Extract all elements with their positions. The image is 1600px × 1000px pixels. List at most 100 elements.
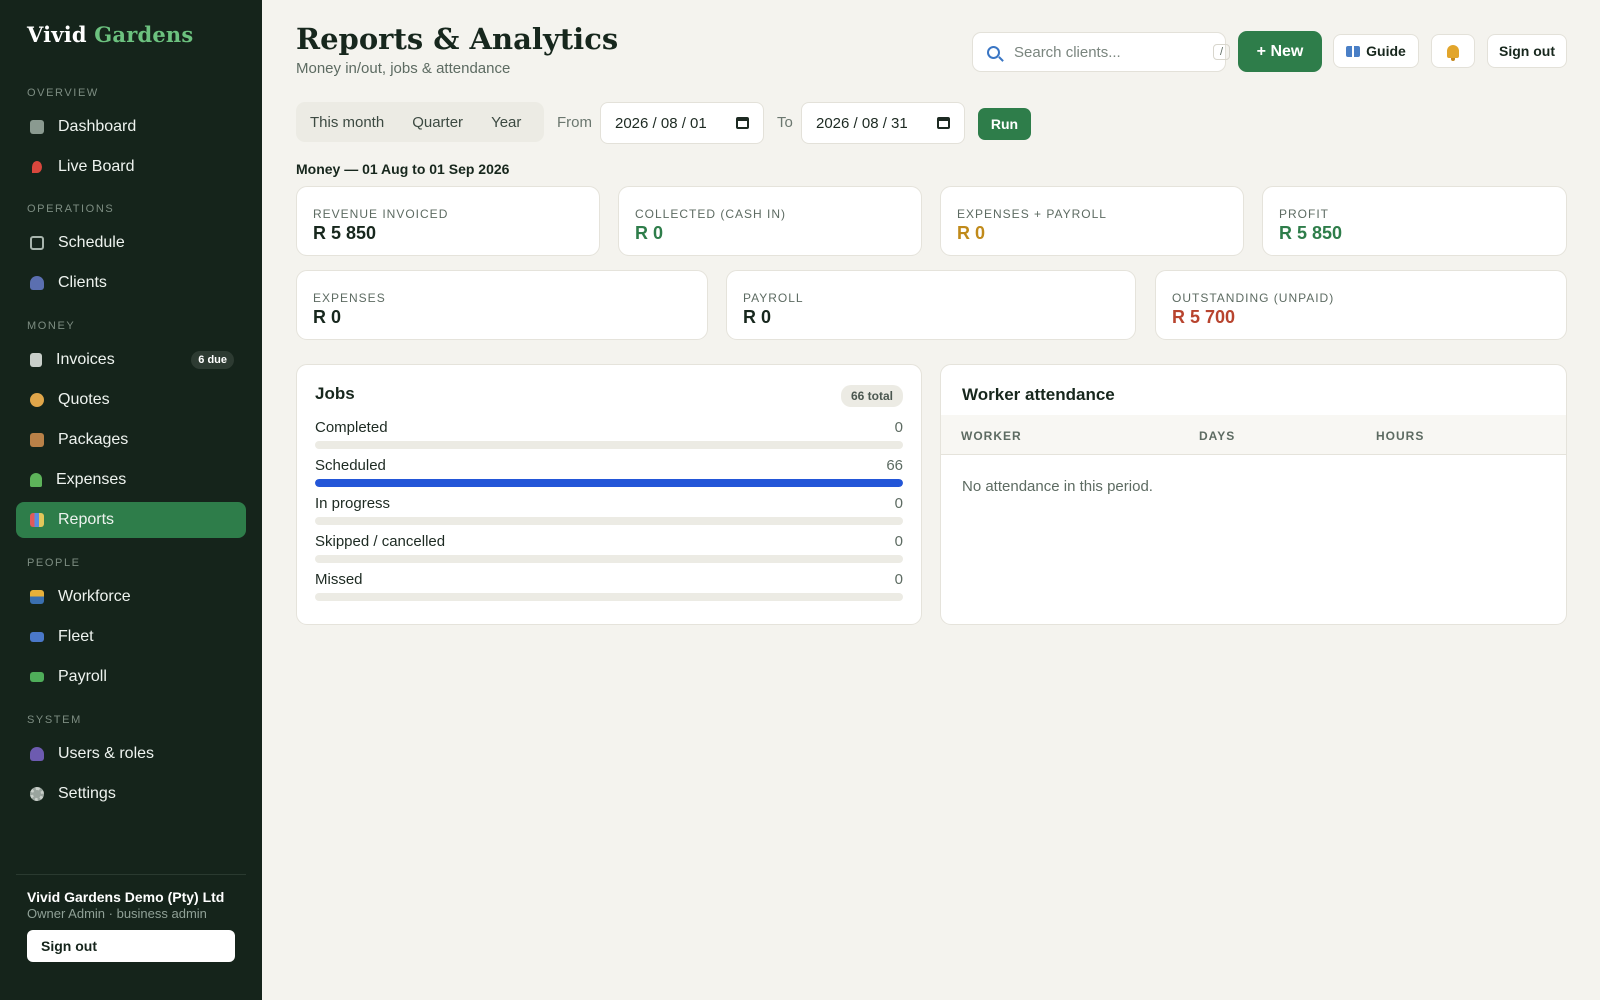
sidebar-item-label: Users & roles <box>58 745 155 762</box>
sidebar-item-reports[interactable]: Reports <box>16 502 246 538</box>
job-status-count: 66 <box>886 457 903 474</box>
org-role: Owner Admin · business admin <box>27 906 207 921</box>
receipt-icon <box>30 353 42 367</box>
period-segmented-control: This month Quarter Year <box>296 102 544 142</box>
notifications-button[interactable] <box>1431 34 1475 68</box>
sidebar-item-label: Packages <box>58 431 129 448</box>
job-progress-track <box>315 593 903 601</box>
calendar-icon <box>30 236 44 250</box>
from-date-value: 2026 / 08 / 01 <box>615 114 707 132</box>
job-status-label: Missed <box>315 571 363 588</box>
segment-quarter[interactable]: Quarter <box>398 114 477 131</box>
guide-button-label: Guide <box>1366 43 1406 59</box>
jobs-panel: Jobs 66 total Completed 0 Scheduled 66 I… <box>296 364 922 625</box>
section-label-people: PEOPLE <box>27 557 81 569</box>
guide-button[interactable]: Guide <box>1333 34 1419 68</box>
sidebar-item-label: Live Board <box>58 158 135 175</box>
section-label-money: MONEY <box>27 320 76 332</box>
stat-card-expenses: EXPENSES R 0 <box>296 270 708 340</box>
seedling-icon <box>30 473 42 487</box>
stat-value: R 5 850 <box>1279 223 1343 243</box>
column-header-hours[interactable]: HOURS <box>1376 429 1424 443</box>
attendance-title: Worker attendance <box>962 385 1115 404</box>
to-date-input[interactable]: 2026 / 08 / 31 <box>801 102 965 144</box>
job-status-label: In progress <box>315 495 391 512</box>
stat-label: PAYROLL <box>743 291 804 305</box>
sidebar-item-users-roles[interactable]: Users & roles <box>16 736 246 772</box>
sidebar-item-label: Invoices <box>56 351 115 368</box>
stat-value: R 0 <box>313 307 342 327</box>
sidebar-item-workforce[interactable]: Workforce <box>16 579 246 615</box>
stat-card-payroll: PAYROLL R 0 <box>726 270 1136 340</box>
sidebar-item-quotes[interactable]: Quotes <box>16 382 246 418</box>
section-label-overview: OVERVIEW <box>27 87 99 99</box>
sidebar-item-payroll[interactable]: Payroll <box>16 659 246 695</box>
users-icon <box>30 276 44 290</box>
job-status-count: 0 <box>894 533 903 550</box>
vehicle-icon <box>30 632 44 642</box>
sidebar-item-packages[interactable]: Packages <box>16 422 246 458</box>
stat-label: EXPENSES <box>313 291 386 305</box>
job-status-label: Completed <box>315 419 388 436</box>
sidebar-item-live-board[interactable]: Live Board <box>16 149 246 185</box>
search-icon <box>987 45 1000 59</box>
job-progress-fill <box>315 479 903 487</box>
job-status-count: 0 <box>894 495 903 512</box>
sign-out-button[interactable]: Sign out <box>1487 34 1567 68</box>
stat-card-profit: PROFIT R 5 850 <box>1262 186 1567 256</box>
sidebar-item-invoices[interactable]: Invoices 6 due <box>16 342 246 378</box>
sidebar-item-schedule[interactable]: Schedule <box>16 225 246 261</box>
sidebar-item-dashboard[interactable]: Dashboard <box>16 109 246 145</box>
search-input[interactable] <box>1014 43 1213 61</box>
job-status-count: 0 <box>894 419 903 436</box>
calendar-icon[interactable] <box>736 117 749 129</box>
sidebar-item-label: Expenses <box>56 471 127 488</box>
segment-this-month[interactable]: This month <box>296 114 398 131</box>
period-label: Money — 01 Aug to 01 Sep 2026 <box>296 161 510 177</box>
job-row: Missed 0 <box>315 571 903 601</box>
stat-label: COLLECTED (CASH IN) <box>635 207 787 221</box>
book-icon <box>1346 45 1361 57</box>
job-status-label: Skipped / cancelled <box>315 533 446 550</box>
column-header-days[interactable]: DAYS <box>1199 429 1235 443</box>
org-name: Vivid Gardens Demo (Pty) Ltd <box>27 889 225 905</box>
stat-card-revenue: REVENUE INVOICED R 5 850 <box>296 186 600 256</box>
job-progress-track <box>315 479 903 487</box>
sidebar-sign-out-button[interactable]: Sign out <box>27 930 235 962</box>
search-box[interactable]: / <box>972 32 1231 72</box>
sidebar-item-clients[interactable]: Clients <box>16 265 246 301</box>
quote-hand-icon <box>30 393 44 407</box>
bar-chart-icon <box>30 513 44 527</box>
stat-label: EXPENSES + PAYROLL <box>957 207 1107 221</box>
job-progress-track <box>315 555 903 563</box>
segment-year[interactable]: Year <box>477 114 535 131</box>
sidebar-item-label: Workforce <box>58 588 131 605</box>
stat-card-outstanding: OUTSTANDING (UNPAID) R 5 700 <box>1155 270 1567 340</box>
sidebar-divider <box>16 874 246 875</box>
sidebar-item-label: Settings <box>58 785 116 802</box>
calendar-icon[interactable] <box>937 117 950 129</box>
job-progress-track <box>315 517 903 525</box>
sidebar-item-label: Quotes <box>58 391 110 408</box>
stat-value: R 0 <box>957 223 986 243</box>
user-icon <box>30 747 44 761</box>
sidebar-item-label: Fleet <box>58 628 94 645</box>
job-status-label: Scheduled <box>315 457 386 474</box>
to-date-value: 2026 / 08 / 31 <box>816 114 908 132</box>
run-button[interactable]: Run <box>978 108 1031 140</box>
stat-value: R 0 <box>743 307 772 327</box>
invoices-due-badge: 6 due <box>191 351 234 369</box>
sidebar-item-settings[interactable]: Settings <box>16 776 246 812</box>
brand-logo[interactable]: Vivid Gardens <box>27 22 193 47</box>
sidebar-item-fleet[interactable]: Fleet <box>16 619 246 655</box>
new-button[interactable]: + New <box>1238 31 1322 72</box>
stat-label: PROFIT <box>1279 207 1329 221</box>
pin-icon <box>32 161 42 173</box>
bell-icon <box>1447 44 1459 61</box>
column-header-worker[interactable]: WORKER <box>961 429 1022 443</box>
jobs-total-badge: 66 total <box>840 385 903 407</box>
search-shortcut-key: / <box>1213 44 1231 60</box>
sidebar-item-expenses[interactable]: Expenses <box>16 462 246 498</box>
job-progress-track <box>315 441 903 449</box>
from-date-input[interactable]: 2026 / 08 / 01 <box>600 102 764 144</box>
